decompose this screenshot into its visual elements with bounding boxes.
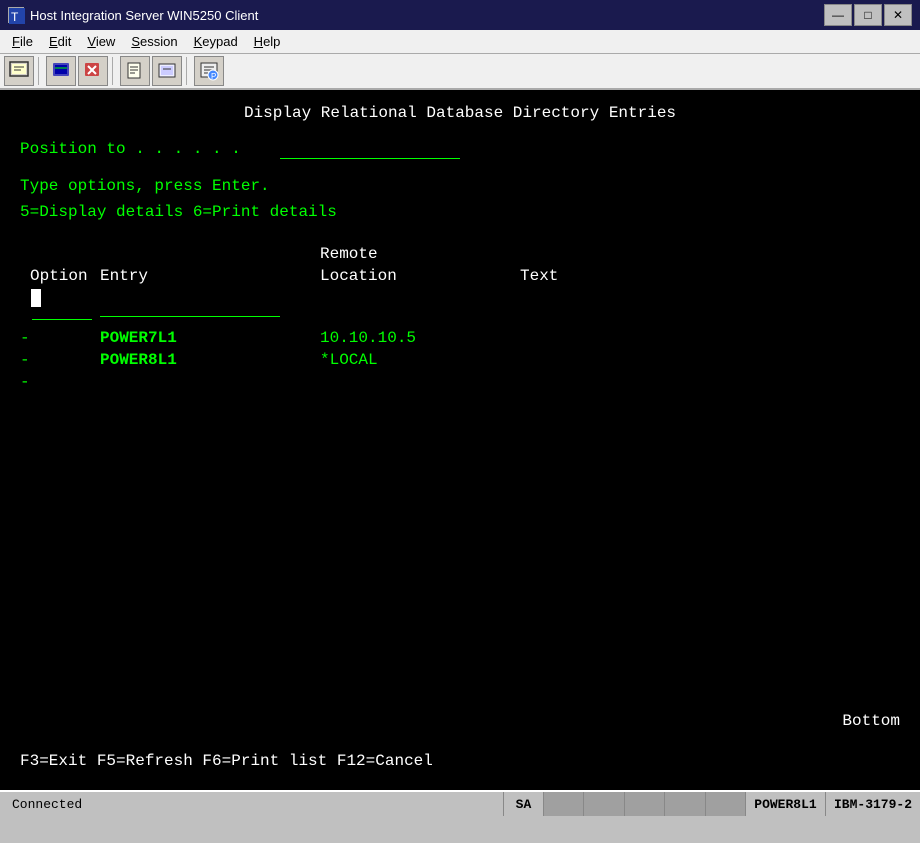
row1-option: - (20, 329, 30, 347)
row2-option: - (20, 351, 30, 369)
entry-underline-area (100, 298, 320, 317)
maximize-button[interactable]: □ (854, 4, 882, 26)
col-remote-loc-text: Location (320, 267, 520, 285)
status-badge-2 (583, 792, 623, 816)
toolbar-btn-5[interactable] (152, 56, 182, 86)
menu-view[interactable]: View (79, 32, 123, 51)
col-entry-text: Entry (100, 267, 320, 285)
position-label: Position to . . . . . . (20, 140, 241, 158)
toolbar-separator-1 (38, 57, 42, 85)
svg-text:P: P (211, 72, 216, 81)
table-row-empty: - (20, 373, 900, 391)
menu-file[interactable]: File (4, 32, 41, 51)
row1-option-field (30, 329, 100, 347)
position-underline (280, 140, 460, 159)
title-bar-left: T Host Integration Server WIN5250 Client (8, 7, 258, 23)
menu-keypad[interactable]: Keypad (186, 32, 246, 51)
row2-location: *LOCAL (320, 351, 520, 369)
title-bar: T Host Integration Server WIN5250 Client… (0, 0, 920, 30)
row2-text (520, 351, 530, 369)
instructions-text-1: Type options, press Enter. (20, 177, 270, 195)
function-keys: F3=Exit F5=Refresh F6=Print list F12=Can… (20, 752, 433, 770)
screen-title: Display Relational Database Directory En… (244, 104, 676, 122)
instructions-text-2: 5=Display details 6=Print details (20, 203, 337, 221)
toolbar-btn-3[interactable] (78, 56, 108, 86)
app-icon: T (8, 7, 24, 23)
minimize-button[interactable]: — (824, 4, 852, 26)
position-to-row: Position to . . . . . . (20, 140, 900, 159)
option-cursor-area (30, 289, 100, 325)
toolbar: P (0, 54, 920, 90)
status-bar: Connected SA POWER8L1 IBM-3179-2 (0, 790, 920, 816)
connection-status: Connected (0, 797, 503, 812)
toolbar-separator-3 (186, 57, 190, 85)
col-option-label (20, 267, 30, 285)
toolbar-btn-4[interactable] (120, 56, 150, 86)
instructions-line2: 5=Display details 6=Print details (20, 203, 900, 221)
col-header-remote-loc-1: Remote (320, 245, 520, 263)
window-title: Host Integration Server WIN5250 Client (30, 8, 258, 23)
input-row[interactable] (20, 289, 900, 325)
menu-help[interactable]: Help (246, 32, 289, 51)
menu-edit[interactable]: Edit (41, 32, 79, 51)
col-header-remote-line1 (100, 245, 320, 263)
row1-entry: POWER7L1 (100, 329, 320, 347)
toolbar-separator-2 (112, 57, 116, 85)
row3-option: - (20, 373, 30, 391)
bottom-label: Bottom (842, 712, 900, 730)
toolbar-btn-1[interactable] (4, 56, 34, 86)
row2-entry: POWER8L1 (100, 351, 320, 369)
toolbar-btn-6[interactable]: P (194, 56, 224, 86)
status-badge-1 (543, 792, 583, 816)
sa-badge: SA (503, 792, 543, 816)
table-row: - POWER8L1 *LOCAL (20, 351, 900, 369)
cursor-block (31, 289, 41, 307)
toolbar-btn-2[interactable] (46, 56, 76, 86)
menu-session[interactable]: Session (123, 32, 185, 51)
close-button[interactable]: ✕ (884, 4, 912, 26)
input-option-prefix (20, 298, 30, 316)
status-badge-5 (705, 792, 745, 816)
menu-bar: File Edit View Session Keypad Help (0, 30, 920, 54)
table-row: - POWER7L1 10.10.10.5 (20, 329, 900, 347)
terminal-area: Display Relational Database Directory En… (0, 90, 920, 790)
status-badge-4 (664, 792, 704, 816)
column-headers-2: Option Entry Location Text (20, 267, 900, 285)
row1-location: 10.10.10.5 (320, 329, 520, 347)
instructions-line1: Type options, press Enter. (20, 177, 900, 195)
header-spacer (20, 245, 100, 263)
model-badge: IBM-3179-2 (825, 792, 920, 816)
row1-text (520, 329, 530, 347)
window-controls[interactable]: — □ ✕ (824, 4, 912, 26)
status-badge-3 (624, 792, 664, 816)
hostname-badge: POWER8L1 (745, 792, 825, 816)
svg-text:T: T (11, 10, 19, 24)
col-text-label: Text (520, 267, 558, 285)
column-headers: Remote (20, 245, 900, 263)
col-option-text: Option (30, 267, 100, 285)
row2-option-field (30, 351, 100, 369)
